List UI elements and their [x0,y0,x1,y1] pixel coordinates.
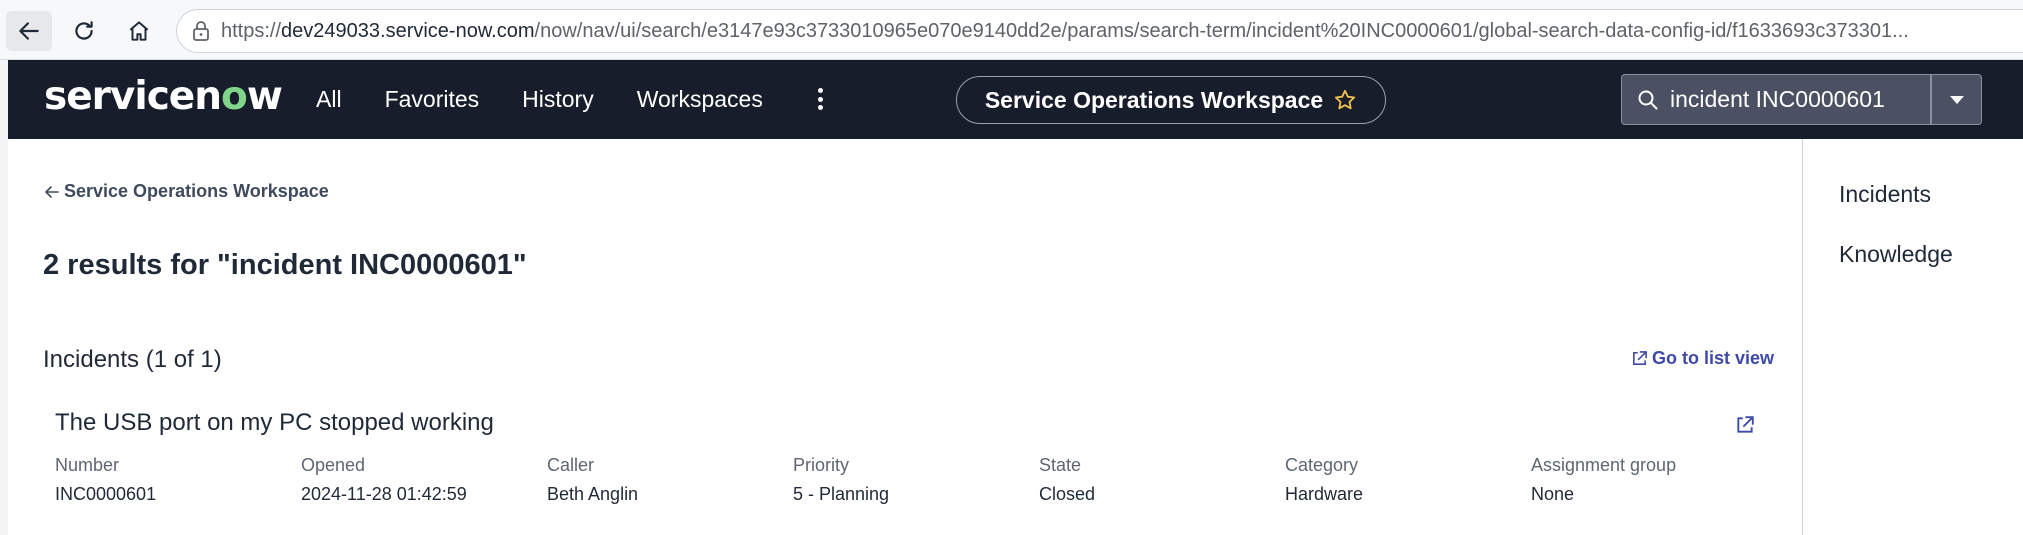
field-value: Beth Anglin [547,484,639,504]
field-label: Caller [547,455,595,475]
global-search-input[interactable]: incident INC0000601 [1621,74,1931,125]
results-heading: 2 results for "incident INC0000601" [43,249,527,281]
field-value: INC0000601 [55,484,157,504]
address-bar[interactable]: https://dev249033.service-now.com/now/na… [176,9,2023,53]
nav-workspaces[interactable]: Workspaces [637,86,763,113]
field-label: Opened [301,455,366,475]
field-state: State Closed [1039,455,1279,505]
left-edge [0,60,8,535]
search-scope-dropdown[interactable] [1931,74,1982,125]
search-value: incident INC0000601 [1670,86,1885,112]
field-opened: Opened 2024-11-28 01:42:59 [301,455,541,505]
logo-text-part: servicen [44,74,222,119]
field-category: Category Hardware [1285,455,1525,505]
field-caller: Caller Beth Anglin [547,455,787,505]
nav-history[interactable]: History [522,86,594,113]
go-to-list-view-link[interactable]: Go to list view [1631,348,1774,369]
open-in-new-icon[interactable] [1735,415,1755,435]
incident-record-fields: Number INC0000601 Opened 2024-11-28 01:4… [55,455,1755,515]
app-header: servicenow All Favorites History Workspa… [8,60,2023,139]
field-value: None [1531,484,1575,504]
panel-item-incidents[interactable]: Incidents [1839,181,1931,208]
field-value: Hardware [1285,484,1364,504]
browser-reload-button[interactable] [61,11,107,51]
field-value: 2024-11-28 01:42:59 [301,484,467,504]
back-link-label: Service Operations Workspace [64,181,329,201]
field-number: Number INC0000601 [55,455,295,505]
url-path: /now/nav/ui/search/e3147e93c3733010965e0… [534,19,1909,42]
panel-item-knowledge[interactable]: Knowledge [1839,241,1953,268]
star-icon[interactable] [1333,88,1357,112]
field-value: Closed [1039,484,1096,504]
logo-text-part: w [246,74,283,119]
browser-toolbar: https://dev249033.service-now.com/now/na… [0,0,2023,60]
field-label: Category [1285,455,1359,475]
workspace-context-pill[interactable]: Service Operations Workspace [956,76,1386,124]
field-label: Priority [793,455,850,475]
workspace-label: Service Operations Workspace [984,86,1324,113]
url-text: https://dev249033.service-now.com/now/na… [221,20,2023,43]
nav-favorites[interactable]: Favorites [385,86,480,113]
list-link-label: Go to list view [1651,348,1774,368]
url-prefix: https:// [221,19,282,42]
incident-record-title[interactable]: The USB port on my PC stopped working [55,409,494,437]
search-icon [1638,90,1658,109]
field-assignment-group: Assignment group None [1531,455,1771,505]
url-host: dev249033.service-now.com [281,19,535,42]
open-in-new-icon [1632,351,1647,365]
field-label: Assignment group [1531,455,1677,475]
field-label: State [1039,455,1082,475]
browser-home-button[interactable] [116,11,162,51]
logo-text-o: o [221,74,248,119]
field-value: 5 - Planning [793,484,890,504]
arrow-left-icon [45,185,59,198]
caret-down-icon [1949,95,1964,104]
home-icon [129,21,149,41]
more-menu-icon[interactable] [813,84,827,114]
main-nav: All Favorites History Workspaces [316,60,806,139]
back-to-workspace-link[interactable]: Service Operations Workspace [43,181,329,202]
servicenow-logo[interactable]: servicenow [44,74,283,119]
result-type-panel: Incidents Knowledge [1802,139,2023,535]
search-results-page: Service Operations Workspace 2 results f… [8,139,1802,535]
field-label: Number [55,455,120,475]
browser-back-button[interactable] [6,11,52,51]
site-info-icon[interactable] [191,20,211,42]
nav-all[interactable]: All [316,86,342,113]
reload-icon [75,21,93,40]
arrow-left-icon [19,22,39,40]
field-priority: Priority 5 - Planning [793,455,1033,505]
incidents-section-title: Incidents (1 of 1) [43,346,222,373]
